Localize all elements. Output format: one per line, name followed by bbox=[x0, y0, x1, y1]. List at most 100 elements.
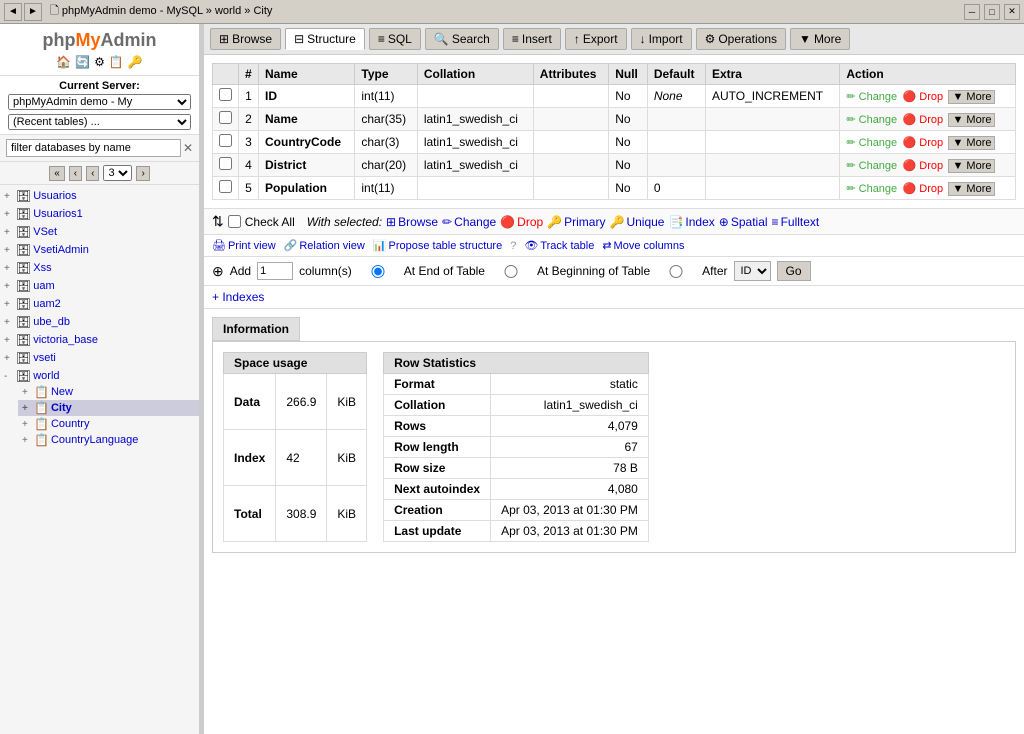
db-name-usuarios[interactable]: Usuarios bbox=[33, 190, 76, 202]
table-name-city[interactable]: City bbox=[51, 402, 72, 414]
move-columns-link[interactable]: ⇄ Move columns bbox=[602, 239, 684, 252]
row1-change-link[interactable]: ✏ Change bbox=[846, 91, 897, 103]
refresh-icon[interactable]: 🔄 bbox=[75, 55, 90, 69]
filter-clear-button[interactable]: ✕ bbox=[183, 141, 193, 155]
close-button[interactable]: ✕ bbox=[1004, 4, 1020, 20]
db-name-xss[interactable]: Xss bbox=[33, 262, 51, 274]
indexes-link[interactable]: + Indexes bbox=[212, 290, 264, 304]
table-row-city[interactable]: + 📋 City bbox=[18, 400, 199, 416]
row3-drop-link[interactable]: 🔴 Drop bbox=[903, 137, 944, 149]
col-header-type[interactable]: Type bbox=[355, 64, 417, 85]
with-selected-fulltext[interactable]: ≡ Fulltext bbox=[772, 215, 820, 229]
tab-import[interactable]: ↓ Import bbox=[631, 28, 692, 50]
with-selected-change[interactable]: ✏ Change bbox=[442, 215, 496, 229]
with-selected-primary[interactable]: 🔑 Primary bbox=[547, 215, 605, 229]
tab-structure[interactable]: ⊟ Structure bbox=[285, 28, 365, 50]
recent-tables-select[interactable]: (Recent tables) ... bbox=[8, 114, 191, 130]
row3-change-link[interactable]: ✏ Change bbox=[846, 137, 897, 149]
with-selected-unique[interactable]: 🔑 Unique bbox=[609, 215, 664, 229]
back-button[interactable]: ◄ bbox=[4, 3, 22, 21]
row3-more-button[interactable]: ▼ More bbox=[948, 136, 995, 150]
row2-drop-link[interactable]: 🔴 Drop bbox=[903, 114, 944, 126]
db-name-ube-db[interactable]: ube_db bbox=[33, 316, 70, 328]
db-row-world[interactable]: - 🗄 world bbox=[0, 368, 199, 384]
page-next-button[interactable]: › bbox=[136, 166, 149, 181]
row5-drop-link[interactable]: 🔴 Drop bbox=[903, 183, 944, 195]
track-table-link[interactable]: 👁 Track table bbox=[524, 239, 594, 252]
db-row-vset[interactable]: + 🗄 VSet bbox=[0, 224, 199, 240]
row5-change-link[interactable]: ✏ Change bbox=[846, 183, 897, 195]
tab-browse[interactable]: ⊞ Browse bbox=[210, 28, 281, 50]
maximize-button[interactable]: □ bbox=[984, 4, 1000, 20]
db-name-vset[interactable]: VSet bbox=[33, 226, 57, 238]
table-name-countrylanguage[interactable]: CountryLanguage bbox=[51, 434, 138, 446]
tab-more[interactable]: ▼ More bbox=[790, 28, 850, 50]
with-selected-browse[interactable]: ⊞ Browse bbox=[386, 215, 438, 229]
server-select[interactable]: phpMyAdmin demo - My bbox=[8, 94, 191, 110]
page-prev2-button[interactable]: ‹ bbox=[69, 166, 82, 181]
at-end-radio[interactable] bbox=[358, 265, 398, 278]
row3-checkbox[interactable] bbox=[219, 134, 232, 147]
db-row-victoria-base[interactable]: + 🗄 victoria_base bbox=[0, 332, 199, 348]
page-select[interactable]: 3 bbox=[103, 165, 132, 181]
db-name-uam[interactable]: uam bbox=[33, 280, 54, 292]
with-selected-spatial[interactable]: ⊕ Spatial bbox=[719, 215, 768, 229]
page-prev-button[interactable]: « bbox=[49, 166, 65, 181]
minimize-button[interactable]: ─ bbox=[964, 4, 980, 20]
page-prev3-button[interactable]: ‹ bbox=[86, 166, 99, 181]
row4-checkbox[interactable] bbox=[219, 157, 232, 170]
with-selected-index[interactable]: 📑 Index bbox=[668, 215, 714, 229]
db-name-uam2[interactable]: uam2 bbox=[33, 298, 61, 310]
with-selected-drop[interactable]: 🔴 Drop bbox=[500, 215, 543, 229]
table-row-new[interactable]: + 📋 New bbox=[18, 384, 199, 400]
go-button[interactable]: Go bbox=[777, 261, 811, 281]
check-all-checkbox[interactable] bbox=[228, 215, 241, 228]
print-view-link[interactable]: 🖨 Print view bbox=[212, 239, 276, 252]
home-icon[interactable]: 🏠 bbox=[56, 55, 71, 69]
tab-search[interactable]: 🔍 Search bbox=[425, 28, 499, 50]
db-name-world[interactable]: world bbox=[33, 370, 59, 382]
col-header-attributes[interactable]: Attributes bbox=[533, 64, 608, 85]
docs-icon[interactable]: 📋 bbox=[109, 55, 124, 69]
db-row-vsetiadmin[interactable]: + 🗄 VsetiAdmin bbox=[0, 242, 199, 258]
table-row-countrylanguage[interactable]: + 📋 CountryLanguage bbox=[18, 432, 199, 448]
row5-more-button[interactable]: ▼ More bbox=[948, 182, 995, 196]
db-row-uam2[interactable]: + 🗄 uam2 bbox=[0, 296, 199, 312]
row1-checkbox[interactable] bbox=[219, 88, 232, 101]
after-radio[interactable] bbox=[656, 265, 696, 278]
table-name-new[interactable]: New bbox=[51, 386, 73, 398]
row5-checkbox[interactable] bbox=[219, 180, 232, 193]
row2-checkbox[interactable] bbox=[219, 111, 232, 124]
propose-structure-link[interactable]: 📊 Propose table structure bbox=[373, 239, 502, 252]
row2-change-link[interactable]: ✏ Change bbox=[846, 114, 897, 126]
at-beginning-radio[interactable] bbox=[491, 265, 531, 278]
tab-insert[interactable]: ≡ Insert bbox=[503, 28, 561, 50]
relation-view-link[interactable]: 🔗 Relation view bbox=[284, 239, 365, 252]
row1-more-button[interactable]: ▼ More bbox=[948, 90, 995, 104]
key-icon[interactable]: 🔑 bbox=[128, 55, 143, 69]
row2-more-button[interactable]: ▼ More bbox=[948, 113, 995, 127]
row4-change-link[interactable]: ✏ Change bbox=[846, 160, 897, 172]
filter-databases-input[interactable] bbox=[6, 139, 181, 157]
db-name-vseti[interactable]: vseti bbox=[33, 352, 56, 364]
settings-icon[interactable]: ⚙ bbox=[94, 55, 105, 69]
col-header-name[interactable]: Name bbox=[259, 64, 355, 85]
row4-drop-link[interactable]: 🔴 Drop bbox=[903, 160, 944, 172]
table-row-country[interactable]: + 📋 Country bbox=[18, 416, 199, 432]
col-header-default[interactable]: Default bbox=[647, 64, 705, 85]
tab-sql[interactable]: ≡ SQL bbox=[369, 28, 421, 50]
forward-button[interactable]: ► bbox=[24, 3, 42, 21]
db-row-usuarios[interactable]: + 🗄 Usuarios bbox=[0, 188, 199, 204]
db-row-ube-db[interactable]: + 🗄 ube_db bbox=[0, 314, 199, 330]
col-header-null[interactable]: Null bbox=[609, 64, 648, 85]
db-row-usuarios1[interactable]: + 🗄 Usuarios1 bbox=[0, 206, 199, 222]
db-name-vsetiadmin[interactable]: VsetiAdmin bbox=[33, 244, 89, 256]
col-header-extra[interactable]: Extra bbox=[705, 64, 839, 85]
db-row-uam[interactable]: + 🗄 uam bbox=[0, 278, 199, 294]
tab-export[interactable]: ↑ Export bbox=[565, 28, 627, 50]
table-name-country[interactable]: Country bbox=[51, 418, 90, 430]
db-row-xss[interactable]: + 🗄 Xss bbox=[0, 260, 199, 276]
db-row-vseti[interactable]: + 🗄 vseti bbox=[0, 350, 199, 366]
col-header-collation[interactable]: Collation bbox=[417, 64, 533, 85]
db-name-usuarios1[interactable]: Usuarios1 bbox=[33, 208, 83, 220]
